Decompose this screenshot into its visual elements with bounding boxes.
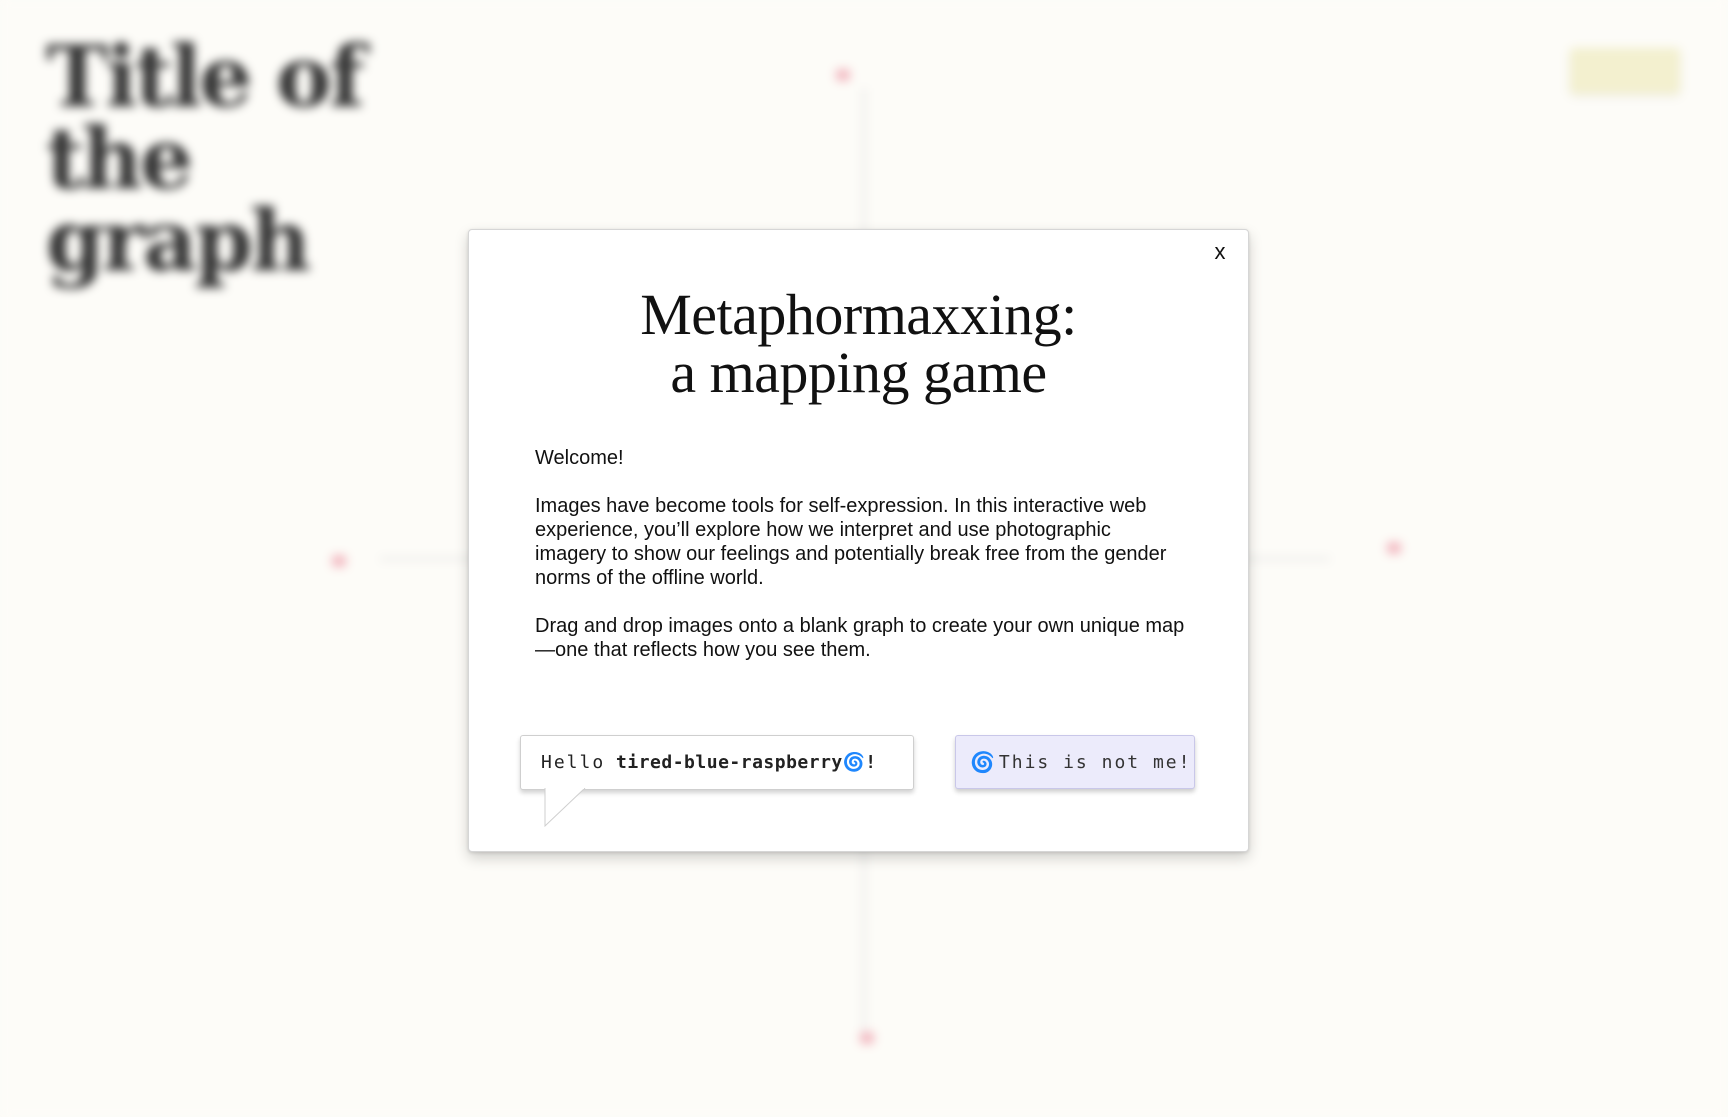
- modal-body: Welcome! Images have become tools for se…: [535, 446, 1185, 686]
- close-button[interactable]: x: [1206, 238, 1234, 266]
- background-action-button: [1570, 48, 1680, 94]
- username-text: tired-blue-raspberry: [616, 752, 843, 773]
- swirl-arrow-icon: 🌀: [970, 750, 995, 774]
- intro-paragraph: Images have become tools for self-expres…: [535, 495, 1167, 589]
- modal-title-line1: Metaphormaxxing:: [640, 282, 1077, 347]
- graph-title: Title of the graph: [46, 27, 365, 290]
- instructions-paragraph: Drag and drop images onto a blank graph …: [535, 615, 1185, 661]
- modal-title-line2: a mapping game: [670, 340, 1047, 405]
- not-me-button[interactable]: 🌀 This is not me!: [955, 735, 1195, 789]
- greeting-bubble: Hello tired-blue-raspberry🌀!: [520, 735, 914, 828]
- greeting-text: Hello: [541, 752, 606, 773]
- axis-marker-icon: [1387, 542, 1401, 555]
- greeting-end: !: [865, 752, 877, 773]
- welcome-text: Welcome!: [535, 447, 624, 469]
- modal-title: Metaphormaxxing: a mapping game: [469, 286, 1248, 402]
- axis-label-left: [326, 552, 346, 569]
- axis-marker-icon: [860, 1032, 874, 1045]
- axis-label-bottom: [804, 1030, 924, 1046]
- axis-label-top: [830, 66, 850, 83]
- axis-marker-icon: [836, 69, 850, 82]
- speech-tail-icon: [544, 788, 586, 828]
- axis-marker-icon: [332, 555, 346, 568]
- welcome-modal: x Metaphormaxxing: a mapping game Welcom…: [468, 229, 1249, 852]
- swirl-icon: 🌀: [842, 752, 866, 773]
- axis-label-right: [1336, 540, 1446, 556]
- not-me-label: This is not me!: [998, 751, 1192, 773]
